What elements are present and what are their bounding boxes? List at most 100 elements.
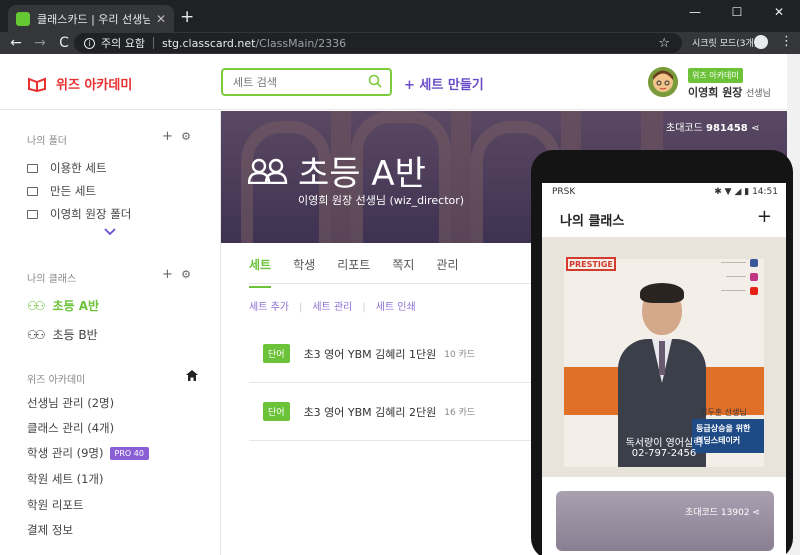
invite-code[interactable]: 초대코드 981458 ⋖ [666, 119, 759, 134]
bookmark-star-icon[interactable]: ☆ [658, 36, 670, 51]
class-name: 초등 A반 [298, 154, 426, 194]
admin-academy-sets[interactable]: 학원 세트 (1개) [27, 471, 104, 487]
prestige-logo: PRESTIGE [566, 257, 616, 271]
people-icon [248, 158, 288, 184]
classcard-favicon-icon [16, 11, 30, 26]
invite-code-value: 981458 [706, 123, 748, 134]
mobile-invite-code: 초대코드 13902 ⋖ [685, 505, 760, 518]
people-icon: ⚇⚇ [27, 327, 45, 342]
browser-tabbar: 클래스카드 | 우리 선생님이 만든 ✕ + — ☐ ✕ [0, 0, 800, 32]
admin-teachers[interactable]: 선생님 관리 (2명) [27, 395, 114, 411]
set-type-badge: 단어 [263, 402, 290, 421]
class-label: 초등 B반 [52, 328, 98, 342]
url-host: stg.classcard.net [161, 36, 256, 50]
status-icons: ✱ ▼ ◢ ▮ [714, 187, 753, 197]
folder-icon [27, 209, 38, 219]
tie [659, 341, 665, 375]
set-row[interactable]: 단어 초3 영어 YBM 김혜리 1단원 10 카드 [249, 325, 531, 383]
folders-heading: 나의 폴더 [27, 136, 67, 147]
hair [640, 283, 684, 303]
class-label: 초등 A반 [52, 299, 100, 313]
folder-tools: + ⚙ [162, 129, 191, 144]
folder-item-used-sets[interactable]: 이용한 세트 [27, 160, 107, 176]
share-icon[interactable]: ⋖ [751, 123, 759, 134]
set-search[interactable] [221, 68, 392, 96]
set-card-count: 16 카드 [444, 408, 476, 418]
instagram-icon [750, 273, 758, 281]
maximize-button[interactable]: ☐ [716, 0, 758, 24]
search-input[interactable] [223, 70, 363, 94]
admin-classes[interactable]: 클래스 관리 (4개) [27, 420, 114, 436]
security-warning: 주의 요함 [101, 37, 145, 50]
phone-time: 14:51 [752, 187, 778, 197]
browser-tab[interactable]: 클래스카드 | 우리 선생님이 만든 ✕ [8, 5, 174, 32]
add-set-link[interactable]: 세트 추가 [249, 302, 289, 313]
search-icon[interactable] [368, 74, 382, 88]
window-close-button[interactable]: ✕ [758, 0, 800, 24]
print-set-link[interactable]: 세트 인쇄 [376, 302, 416, 313]
folder-settings-gear-icon[interactable]: ⚙ [181, 130, 191, 143]
folder-icon [27, 163, 38, 173]
url-path: /ClassMain/2336 [255, 36, 347, 50]
minimize-button[interactable]: — [674, 0, 716, 24]
home-icon[interactable] [186, 370, 198, 381]
mobile-add-button[interactable]: + [757, 206, 772, 227]
folder-item-director-folder[interactable]: 이영희 원장 폴더 [27, 206, 131, 222]
address-bar[interactable]: i 주의 요함 stg.classcard.net/ClassMain/2336… [74, 33, 682, 53]
tab-close-icon[interactable]: ✕ [156, 12, 166, 26]
admin-students[interactable]: 학생 관리 (9명) PRO 40 [27, 445, 149, 461]
avatar[interactable] [648, 67, 678, 97]
browser-menu-icon[interactable]: ⋮ [780, 34, 793, 49]
mobile-class-banner[interactable]: PRESTIGE ————— ———— ————— 김두훈 선생님 등급상승을 … [542, 237, 786, 477]
academy-heading: 위즈 아카데미 [27, 375, 86, 386]
academy-badge: 위즈 아카데미 [688, 68, 743, 83]
set-type-badge: 단어 [263, 344, 290, 363]
youtube-icon [750, 287, 758, 295]
admin-label: 선생님 관리 (2명) [27, 396, 115, 410]
user-name[interactable]: 이영희 원장 선생님 [688, 84, 771, 100]
folder-label: 만든 세트 [50, 184, 96, 198]
forward-button[interactable]: → [28, 35, 52, 51]
mobile-class-card[interactable]: 초대코드 13902 ⋖ [556, 491, 774, 551]
make-set-button[interactable]: + 세트 만들기 [404, 74, 484, 93]
back-button[interactable]: ← [4, 35, 28, 51]
set-row[interactable]: 단어 초3 영어 YBM 김혜리 2단원 16 카드 [249, 383, 531, 441]
people-icon: ⚇⚇ [27, 298, 45, 313]
mobile-title: 나의 클래스 [560, 213, 625, 229]
app-header: 위즈 아카데미 + 세트 만들기 위즈 아카데미 이영희 원장 선생님 [0, 54, 800, 110]
add-class-icon[interactable]: + [162, 267, 173, 282]
user-role: 선생님 [745, 89, 771, 99]
incognito-icon[interactable] [754, 35, 768, 49]
chevron-down-icon[interactable] [104, 228, 116, 236]
info-icon[interactable]: i [84, 37, 95, 49]
class-settings-gear-icon[interactable]: ⚙ [181, 268, 191, 281]
invite-label: 초대코드 [666, 123, 703, 134]
sidebar: 나의 폴더 + ⚙ 이용한 세트 만든 세트 이영희 원장 폴더 나의 클래스 … [0, 111, 221, 555]
reload-button[interactable]: C [52, 35, 76, 51]
teacher-label: 김두훈 선생님 [700, 408, 747, 417]
address-separator [152, 37, 154, 49]
tabs-divider [249, 283, 531, 284]
admin-academy-report[interactable]: 학원 리포트 [27, 497, 84, 513]
sidebar-class-a[interactable]: ⚇⚇ 초등 A반 [27, 297, 99, 314]
brand-logo[interactable]: 위즈 아카데미 [28, 74, 132, 93]
window-controls: — ☐ ✕ [674, 0, 800, 24]
mobile-invite-code-text: 초대코드 13902 [684, 508, 750, 518]
social-line: ————— [721, 288, 746, 294]
folder-label: 이영희 원장 폴더 [50, 207, 132, 221]
set-actions: 세트 추가 | 세트 관리 | 세트 인쇄 [249, 302, 416, 313]
social-line: ————— [721, 260, 746, 266]
admin-billing[interactable]: 결제 정보 [27, 522, 73, 538]
sidebar-class-b[interactable]: ⚇⚇ 초등 B반 [27, 326, 98, 343]
folder-item-created-sets[interactable]: 만든 세트 [27, 183, 96, 199]
user-name-text: 이영희 원장 [688, 86, 743, 99]
banner-caption: 독서량이 영어실력 [625, 438, 703, 449]
admin-label: 학원 리포트 [27, 498, 84, 512]
manage-set-link[interactable]: 세트 관리 [312, 302, 352, 313]
phone-screen: PRSK ✱ ▼ ◢ ▮ 14:51 나의 클래스 + PRESTIGE ———… [542, 183, 786, 555]
add-folder-icon[interactable]: + [162, 129, 173, 144]
folder-label: 이용한 세트 [50, 161, 107, 175]
new-tab-button[interactable]: + [180, 7, 194, 27]
avatar-illustration-icon [648, 67, 678, 97]
share-icon[interactable]: ⋖ [752, 508, 760, 518]
